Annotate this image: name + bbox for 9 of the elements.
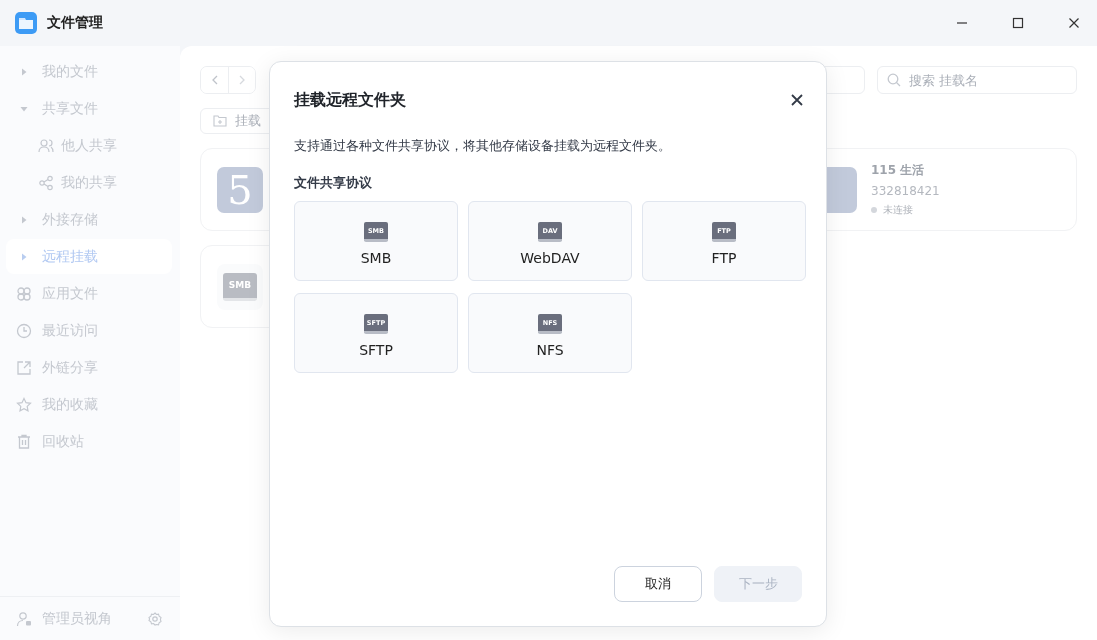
mount-name: 115 生活 <box>871 162 926 179</box>
window-title: 文件管理 <box>47 14 103 32</box>
status-text: 未连接 <box>883 203 913 217</box>
dialog-title: 挂载远程文件夹 <box>294 89 406 111</box>
cloud-logo: 5 <box>217 166 263 213</box>
network-folder-icon: SMB <box>223 272 257 301</box>
section-label: 文件共享协议 <box>294 175 373 192</box>
mount-account: 332818421 <box>871 184 940 198</box>
dialog-description: 支持通过各种文件共享协议，将其他存储设备挂载为远程文件夹。 <box>294 138 672 155</box>
